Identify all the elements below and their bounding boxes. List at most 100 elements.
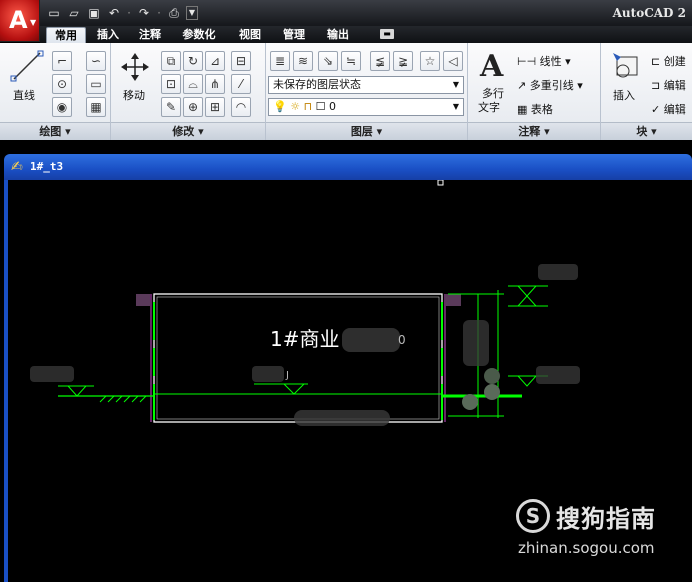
elevation-marker bbox=[282, 383, 306, 395]
layer-state-icon[interactable]: ≋ bbox=[293, 51, 313, 71]
mtext-icon[interactable]: A bbox=[480, 49, 503, 84]
dimension-icon: ⊢⊣ bbox=[517, 55, 537, 68]
move-icon[interactable] bbox=[121, 53, 149, 81]
insert-button-label[interactable]: 插入 bbox=[613, 87, 635, 103]
circle-icon[interactable]: ⊙ bbox=[52, 74, 72, 94]
spline-icon[interactable]: ∽ bbox=[86, 51, 106, 71]
redo-dropdown-icon[interactable]: · bbox=[156, 5, 162, 21]
ellipse-icon[interactable]: ◉ bbox=[52, 97, 72, 117]
quick-access-toolbar: ▭ ▱ ▣ ↶ · ↷ · ⎙ ▼ bbox=[46, 4, 198, 22]
elevation-marker bbox=[516, 285, 538, 297]
ribbon-minimize-icon[interactable]: ▬ bbox=[380, 29, 394, 39]
edit-attribute-icon: ✓ bbox=[651, 103, 661, 116]
blurred-label bbox=[294, 410, 390, 426]
tab-annotate[interactable]: 注释 bbox=[132, 27, 168, 43]
scale-icon[interactable]: ✎ bbox=[161, 97, 181, 117]
edit-block-button[interactable]: ⊐ 编辑 bbox=[651, 77, 686, 93]
panel-annotation-title[interactable]: 注释 ▾ bbox=[468, 122, 600, 140]
stretch-icon[interactable]: ⊡ bbox=[161, 74, 181, 94]
plot-icon[interactable]: ⎙ bbox=[166, 5, 182, 21]
color-swatch-icon: ☐ bbox=[315, 100, 326, 113]
linear-dimension-button[interactable]: ⊢⊣ 线性 ▾ bbox=[517, 53, 571, 69]
unlock-icon: ⊓ bbox=[303, 100, 313, 113]
redo-icon[interactable]: ↷ bbox=[136, 5, 152, 21]
table-icon: ▦ bbox=[517, 103, 528, 116]
blurred-label bbox=[463, 320, 489, 366]
chevron-down-icon: ▼ bbox=[452, 80, 459, 89]
blurred-label bbox=[536, 366, 580, 384]
polyline-icon[interactable]: ⌐ bbox=[52, 51, 72, 71]
tab-insert[interactable]: 插入 bbox=[90, 27, 126, 43]
building-name-label[interactable]: 1#商业 bbox=[270, 327, 339, 351]
multileader-button[interactable]: ↗ 多重引线 ▾ bbox=[517, 77, 583, 93]
axis-bubble bbox=[484, 368, 500, 384]
undo-icon[interactable]: ↶ bbox=[106, 5, 122, 21]
building-partial-label[interactable]: 0 bbox=[398, 333, 406, 347]
line-button-label[interactable]: 直线 bbox=[13, 87, 35, 103]
drawing-file-icon: ✍ bbox=[11, 159, 23, 175]
trim-icon[interactable]: ⊿ bbox=[205, 51, 225, 71]
window-title: AutoCAD 2 bbox=[612, 6, 686, 20]
fillet-icon[interactable]: ⌓ bbox=[183, 74, 203, 94]
copy-icon[interactable]: ⧉ bbox=[161, 51, 181, 71]
layer-properties-icon[interactable]: ≣ bbox=[270, 51, 290, 71]
open-icon[interactable]: ▱ bbox=[66, 5, 82, 21]
table-button[interactable]: ▦ 表格 bbox=[517, 101, 553, 117]
ribbon: 直线 ⌐ ⊙ ◉ ∽ ▭ ▦ 绘图 ▾ 移动 ⧉ ↻ ⊿ ⊟ ⊡ ⌓ ⋔ ⁄ ✎… bbox=[0, 43, 692, 140]
match-layer-icon[interactable]: ≒ bbox=[341, 51, 361, 71]
blurred-label bbox=[30, 366, 74, 382]
explode-icon[interactable]: ⁄ bbox=[231, 74, 251, 94]
new-icon[interactable]: ▭ bbox=[46, 5, 62, 21]
erase-icon[interactable]: ⊟ bbox=[231, 51, 251, 71]
layer-freeze-icon[interactable]: ☆ bbox=[420, 51, 440, 71]
watermark-text: 搜狗指南 bbox=[556, 505, 656, 533]
tab-manage[interactable]: 管理 bbox=[276, 27, 312, 43]
panel-block-title[interactable]: 块 ▾ bbox=[601, 122, 692, 140]
panel-draw-title[interactable]: 绘图 ▾ bbox=[0, 122, 110, 140]
mirror-icon[interactable]: ⋔ bbox=[205, 74, 225, 94]
autocad-logo-icon: A bbox=[9, 6, 28, 34]
line-icon[interactable] bbox=[10, 49, 44, 83]
insert-block-icon[interactable] bbox=[611, 51, 641, 81]
axis-bubble bbox=[462, 394, 478, 410]
blurred-label bbox=[538, 264, 578, 280]
chevron-down-icon: ▼ bbox=[452, 102, 459, 111]
hatch-icon[interactable]: ▦ bbox=[86, 97, 106, 117]
watermark-url: zhinan.sogou.com bbox=[518, 539, 655, 557]
layer-previous-icon[interactable]: ≨ bbox=[370, 51, 390, 71]
create-block-button[interactable]: ⊏ 创建 bbox=[651, 53, 686, 69]
make-current-icon[interactable]: ⇘ bbox=[318, 51, 338, 71]
layer-state-dropdown[interactable]: 未保存的图层状态 ▼ bbox=[268, 76, 464, 94]
move-button-label[interactable]: 移动 bbox=[123, 87, 145, 103]
array-icon[interactable]: ⊕ bbox=[183, 97, 203, 117]
tab-output[interactable]: 输出 bbox=[320, 27, 356, 43]
rectangle-icon[interactable]: ▭ bbox=[86, 74, 106, 94]
save-icon[interactable]: ▣ bbox=[86, 5, 102, 21]
undo-dropdown-icon[interactable]: · bbox=[126, 5, 132, 21]
rotate-icon[interactable]: ↻ bbox=[183, 51, 203, 71]
edit-attribute-button[interactable]: ✓ 编辑 bbox=[651, 101, 686, 117]
mtext-label-2[interactable]: 文字 bbox=[478, 99, 500, 115]
customize-toolbar-icon[interactable]: ▼ bbox=[186, 6, 198, 20]
application-menu-button[interactable]: A ▼ bbox=[0, 0, 40, 42]
grip-marker[interactable] bbox=[437, 180, 444, 186]
tab-home[interactable]: 常用 bbox=[46, 27, 86, 43]
tab-view[interactable]: 视图 bbox=[232, 27, 268, 43]
ribbon-tab-bar: 常用 插入 注释 参数化 视图 管理 输出 ▬ bbox=[40, 26, 692, 43]
drawing-title: 1#_t3 bbox=[30, 160, 64, 173]
building-inner-outline[interactable] bbox=[156, 296, 440, 420]
panel-modify-title[interactable]: 修改 ▾ bbox=[111, 122, 265, 140]
panel-annotation: A 多行 文字 ⊢⊣ 线性 ▾ ↗ 多重引线 ▾ ▦ 表格 注释 ▾ bbox=[468, 43, 601, 140]
layer-isolate-icon[interactable]: ≩ bbox=[393, 51, 413, 71]
panel-layers-title[interactable]: 图层 ▾ bbox=[266, 122, 467, 140]
tab-parametric[interactable]: 参数化 bbox=[174, 27, 224, 43]
building-outline[interactable] bbox=[153, 293, 443, 423]
sun-icon: ☼ bbox=[290, 100, 301, 113]
chamfer-icon[interactable]: ◠ bbox=[231, 97, 251, 117]
blurred-label bbox=[342, 328, 400, 352]
current-layer-dropdown[interactable]: 💡 ☼ ⊓ ☐ 0 ▼ bbox=[268, 98, 464, 116]
elevation-partial-label: J bbox=[285, 370, 289, 381]
drawing-titlebar: ✍ 1#_t3 bbox=[4, 154, 692, 180]
offset-icon[interactable]: ⊞ bbox=[205, 97, 225, 117]
layer-off-icon[interactable]: ◁ bbox=[443, 51, 463, 71]
